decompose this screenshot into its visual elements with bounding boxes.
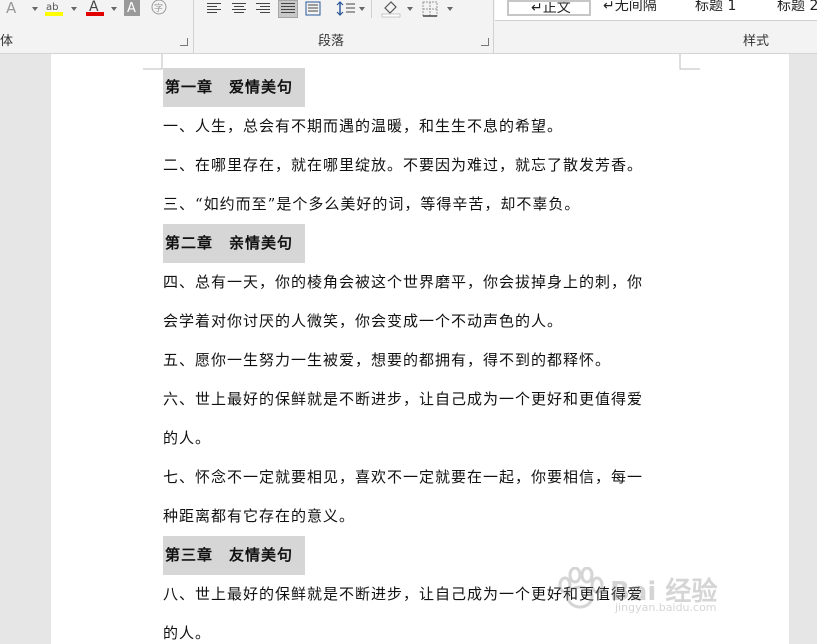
ribbon: A ab A A 字 体 段落 ↵正文 ↵无间隔 标题 1 标题 2 样式 <box>0 0 817 54</box>
svg-text:字: 字 <box>154 2 163 14</box>
line-spacing-dropdown-icon[interactable] <box>359 7 365 11</box>
paragraph-dialog-launcher-icon[interactable] <box>481 38 489 46</box>
paragraph-line[interactable]: 种距离都有它存在的意义。 <box>163 497 683 536</box>
paragraph-line[interactable]: 的人。 <box>163 419 683 458</box>
crop-mark-top-left <box>143 54 163 70</box>
group-separator <box>493 0 494 53</box>
watermark-url: jingyan.baidu.com <box>615 601 717 614</box>
font-color-icon[interactable]: A <box>86 0 104 16</box>
shading-dropdown-icon[interactable] <box>407 7 413 11</box>
document-page[interactable]: 第一章 爱情美句 一、人生，总会有不期而遇的温暖，和生生不息的希望。 二、在哪里… <box>51 54 789 644</box>
paragraph-line[interactable]: 四、总有一天，你的棱角会被这个世界磨平，你会拔掉身上的刺，你 <box>163 263 683 302</box>
font-color-dropdown-icon[interactable] <box>111 7 117 11</box>
group-separator <box>371 0 372 18</box>
group-separator <box>193 0 194 53</box>
styles-gallery: ↵正文 ↵无间隔 标题 1 标题 2 <box>495 0 817 21</box>
paragraph-line[interactable]: 的人。 <box>163 614 683 644</box>
font-dialog-launcher-icon[interactable] <box>180 38 188 46</box>
align-center-button[interactable] <box>229 0 249 18</box>
paragraph-line[interactable]: 会学着对你讨厌的人微笑，你会变成一个不动声色的人。 <box>163 302 683 341</box>
paragraph-line[interactable]: 三、“如约而至”是个多么美好的词，等得辛苦，却不辜负。 <box>163 185 683 224</box>
paw-logo-icon <box>558 567 604 609</box>
justify-button[interactable] <box>278 0 298 18</box>
shading-icon[interactable] <box>381 0 401 18</box>
distributed-button[interactable] <box>303 0 323 18</box>
character-shading-icon[interactable]: A <box>124 0 140 16</box>
baidu-watermark: Bai 经验 jingyan.baidu.com <box>555 565 805 615</box>
paragraph-line[interactable]: 六、世上最好的保鲜就是不断进步，让自己成为一个更好和更值得爱 <box>163 380 683 419</box>
line-spacing-icon[interactable] <box>336 0 356 18</box>
style-heading-2[interactable]: 标题 2 <box>777 0 817 18</box>
align-left-button[interactable] <box>204 0 224 18</box>
paragraph-line[interactable]: 一、人生，总会有不期而遇的温暖，和生生不息的希望。 <box>163 107 683 146</box>
enclose-characters-icon[interactable]: 字 <box>150 0 168 16</box>
align-right-button[interactable] <box>253 0 273 18</box>
styles-group-label: 样式 <box>743 34 770 49</box>
style-normal[interactable]: ↵正文 <box>507 0 591 16</box>
chapter-heading[interactable]: 第一章 爱情美句 <box>163 68 306 107</box>
paragraph-line[interactable]: 五、愿你一生努力一生被爱，想要的都拥有，得不到的都释怀。 <box>163 341 683 380</box>
style-no-spacing[interactable]: ↵无间隔 <box>603 0 683 18</box>
highlight-icon[interactable]: ab <box>44 0 64 16</box>
paragraph-line[interactable]: 二、在哪里存在，就在哪里绽放。不要因为难过，就忘了散发芳香。 <box>163 146 683 185</box>
svg-text:ab: ab <box>46 2 58 13</box>
borders-dropdown-icon[interactable] <box>447 7 453 11</box>
page-margin-strip <box>789 54 817 644</box>
paragraph-line[interactable]: 七、怀念不一定就要相见，喜欢不一定就要在一起，你要相信，每一 <box>163 458 683 497</box>
chapter-heading[interactable]: 第三章 友情美句 <box>163 536 306 575</box>
svg-text:A: A <box>127 1 136 16</box>
chapter-heading[interactable]: 第二章 亲情美句 <box>163 224 306 263</box>
text-effects-icon[interactable]: A <box>6 0 16 16</box>
highlight-dropdown-icon[interactable] <box>71 7 77 11</box>
borders-icon[interactable] <box>421 0 439 18</box>
document-body[interactable]: 第一章 爱情美句 一、人生，总会有不期而遇的温暖，和生生不息的希望。 二、在哪里… <box>163 68 683 644</box>
text-effects-dropdown-icon[interactable] <box>32 7 38 11</box>
paragraph-group-label: 段落 <box>318 34 345 49</box>
style-heading-1[interactable]: 标题 1 <box>695 0 765 18</box>
font-group-label: 体 <box>0 34 14 49</box>
